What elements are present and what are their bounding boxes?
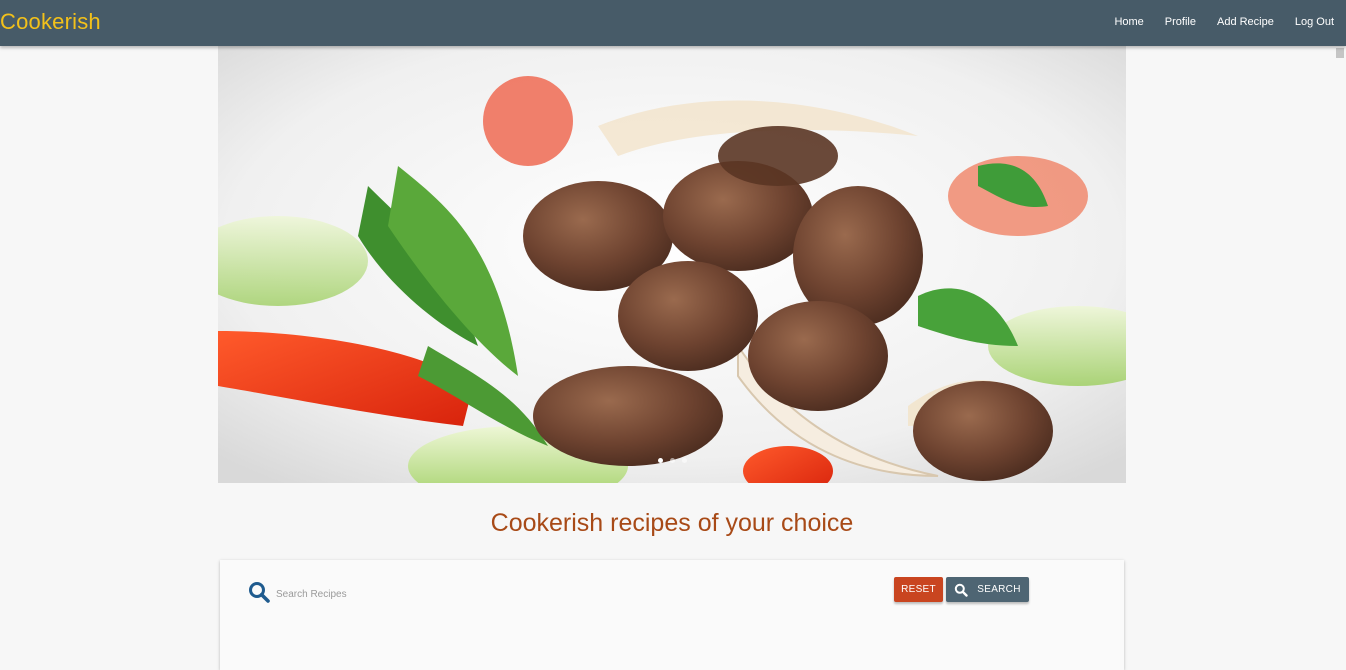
carousel-dot[interactable] <box>657 458 663 463</box>
carousel-dot[interactable] <box>669 458 675 463</box>
search-button-label: SEARCH <box>977 584 1021 595</box>
carousel-indicators <box>218 458 1126 463</box>
search-icon <box>248 581 270 608</box>
nav-links: Home Profile Add Recipe Log Out <box>1093 16 1334 28</box>
page-scrollbar[interactable] <box>1336 48 1344 58</box>
nav-home-link[interactable]: Home <box>1114 16 1143 28</box>
page-title: Cookerish recipes of your choice <box>490 509 854 537</box>
carousel-dot[interactable] <box>681 458 687 463</box>
hero-food-image <box>218 46 1126 483</box>
search-input[interactable] <box>274 584 598 604</box>
top-navbar: Cookerish Home Profile Add Recipe Log Ou… <box>0 0 1346 46</box>
search-card: RESET SEARCH <box>220 560 1124 670</box>
nav-profile-link[interactable]: Profile <box>1165 16 1196 28</box>
hero-carousel[interactable] <box>218 46 1126 483</box>
nav-add-recipe-link[interactable]: Add Recipe <box>1217 16 1274 28</box>
brand-logo[interactable]: Cookerish <box>0 9 101 35</box>
search-button[interactable]: SEARCH <box>946 577 1029 602</box>
nav-logout-link[interactable]: Log Out <box>1295 16 1334 28</box>
reset-button-label: RESET <box>901 584 936 595</box>
reset-button[interactable]: RESET <box>894 577 943 602</box>
search-icon <box>954 583 968 597</box>
